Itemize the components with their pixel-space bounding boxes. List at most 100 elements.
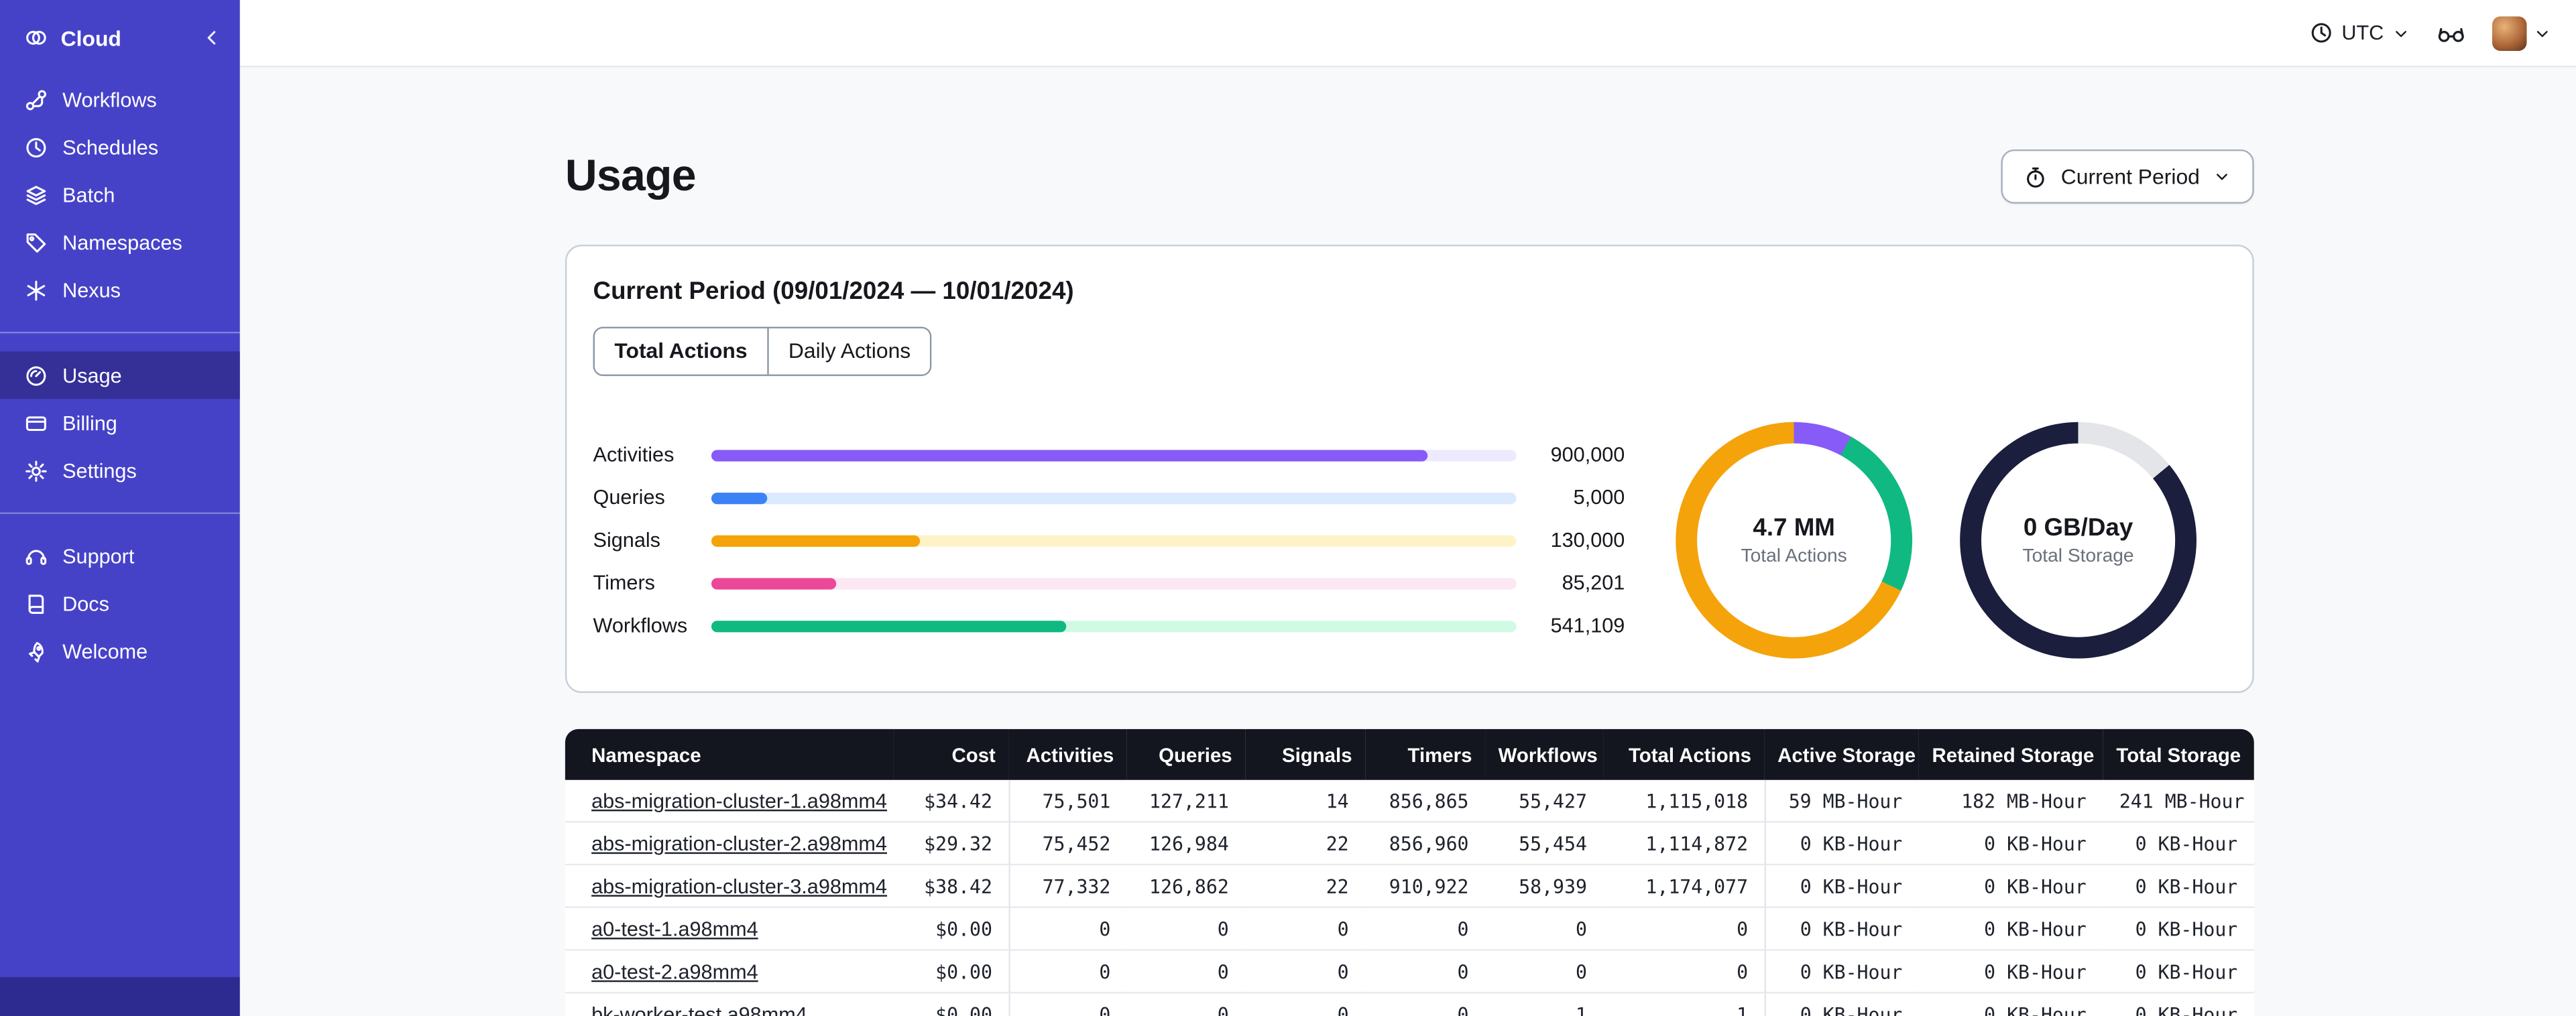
value-cell: 0 KB-Hour — [1764, 865, 1919, 908]
namespace-link[interactable]: abs-migration-cluster-3.a98mm4 — [591, 875, 887, 897]
value-cell: 0 — [1126, 907, 1246, 951]
value-cell: 0 — [1603, 907, 1765, 951]
sidebar-item-usage[interactable]: Usage — [0, 351, 240, 399]
value-cell: $34.42 — [893, 779, 1009, 823]
sidebar-divider — [0, 331, 240, 334]
sidebar-item-workflows[interactable]: Workflows — [0, 76, 240, 123]
value-cell: 910,922 — [1365, 865, 1486, 908]
bar-label: Signals — [593, 528, 661, 552]
table-row: abs-migration-cluster-2.a98mm4 $29.32 75,4… — [565, 822, 2254, 866]
card-title: Current Period (09/01/2024 — 10/01/2024) — [593, 277, 1074, 306]
table-row: a0-test-2.a98mm4 $0.00 0 0 0 0 0 0 0 KB-Hour 0 KB… — [565, 950, 2254, 994]
account-menu[interactable] — [2492, 15, 2551, 50]
sidebar-item-settings[interactable]: Settings — [0, 446, 240, 494]
value-cell: 1 — [1603, 993, 1765, 1016]
period-selector-button[interactable]: Current Period — [2001, 149, 2254, 204]
namespace-cell: bk-worker-test.a98mm4 — [565, 993, 894, 1016]
bar-track — [711, 619, 1517, 632]
table-row: abs-migration-cluster-3.a98mm4 $38.42 77,3… — [565, 865, 2254, 908]
sidebar-item-namespaces[interactable]: Namespaces — [0, 218, 240, 266]
usage-card: Current Period (09/01/2024 — 10/01/2024)… — [565, 245, 2254, 694]
tab-daily-actions[interactable]: Daily Actions — [767, 328, 931, 375]
sidebar-item-docs[interactable]: Docs — [0, 580, 240, 627]
value-cell: 182 MB-Hour — [1918, 779, 2103, 823]
bar-value: 900,000 — [1550, 443, 1625, 466]
value-cell: 0 — [1365, 993, 1486, 1016]
page-title: Usage — [565, 151, 697, 200]
sidebar-item-billing[interactable]: Billing — [0, 399, 240, 446]
brand-label: Cloud — [60, 25, 121, 50]
bar-track — [711, 534, 1517, 546]
value-cell: 22 — [1245, 822, 1366, 866]
value-cell: 58,939 — [1485, 865, 1604, 908]
sidebar-item-label: Usage — [62, 363, 122, 387]
value-cell: 0 KB-Hour — [1764, 950, 1919, 994]
value-cell: $0.00 — [893, 993, 1009, 1016]
sidebar-item-welcome[interactable]: Welcome — [0, 627, 240, 675]
value-cell: 22 — [1245, 865, 1366, 908]
chevron-down-icon — [2392, 24, 2410, 42]
sidebar-item-nexus[interactable]: Nexus — [0, 266, 240, 314]
bar-label: Timers — [593, 571, 656, 594]
total-storage-center: 0 GB/Day Total Storage — [1981, 443, 2176, 637]
donut-value: 0 GB/Day — [2023, 513, 2133, 542]
value-cell: 0 KB-Hour — [2103, 865, 2254, 908]
chevron-left-icon — [200, 26, 223, 49]
sidebar-item-label: Workflows — [62, 88, 157, 111]
value-cell: $38.42 — [893, 865, 1009, 908]
bar-row-timers: Timers 85,201 — [593, 562, 1625, 605]
sidebar-item-label: Support — [62, 544, 135, 568]
support-icon — [25, 544, 48, 567]
page-header: Usage Current Period — [565, 149, 2254, 204]
donut-label: Total Storage — [2022, 546, 2134, 567]
bar-label: Queries — [593, 486, 665, 509]
value-cell: 0 KB-Hour — [1764, 907, 1919, 951]
glasses-button[interactable] — [2437, 21, 2466, 46]
chevron-down-icon — [2213, 168, 2231, 186]
donut-charts: 4.7 MM Total Actions 0 GB/Day Total Stor… — [1676, 422, 2197, 659]
namespace-link[interactable]: a0-test-2.a98mm4 — [591, 960, 758, 982]
usage-icon — [25, 364, 48, 387]
welcome-icon — [25, 639, 48, 662]
namespace-link[interactable]: abs-migration-cluster-1.a98mm4 — [591, 789, 887, 812]
namespace-link[interactable]: bk-worker-test.a98mm4 — [591, 1003, 807, 1016]
bar-row-queries: Queries 5,000 — [593, 477, 1625, 519]
value-cell: 241 MB-Hour — [2103, 779, 2254, 823]
column-header-timers: Timers — [1365, 728, 1486, 780]
actions-tab-group: Total Actions Daily Actions — [593, 326, 933, 377]
bar-fill — [711, 619, 1066, 632]
sidebar-nav-help: Support Docs Welcome — [0, 532, 240, 675]
value-cell: 0 KB-Hour — [2103, 822, 2254, 866]
namespace-link[interactable]: a0-test-1.a98mm4 — [591, 917, 758, 940]
value-cell: 1 — [1485, 993, 1604, 1016]
sidebar-divider — [0, 512, 240, 514]
column-header-retained-storage: Retained Storage — [1918, 728, 2103, 780]
total-actions-donut: 4.7 MM Total Actions — [1676, 422, 1913, 659]
timezone-selector[interactable]: UTC — [2310, 21, 2410, 44]
billing-icon — [25, 411, 48, 434]
value-cell: 0 KB-Hour — [2103, 993, 2254, 1016]
value-cell: 0 — [1603, 950, 1765, 994]
namespaces-icon — [25, 231, 48, 253]
namespace-link[interactable]: abs-migration-cluster-2.a98mm4 — [591, 832, 887, 854]
value-cell: 1,115,018 — [1603, 779, 1765, 823]
bar-fill — [711, 577, 837, 589]
sidebar-collapse-button[interactable] — [200, 26, 223, 49]
sidebar-item-batch[interactable]: Batch — [0, 171, 240, 218]
tab-total-actions[interactable]: Total Actions — [594, 328, 768, 375]
value-cell: 0 — [1245, 993, 1366, 1016]
sidebar-item-label: Docs — [62, 592, 109, 615]
table-header-row: Namespace Cost Activities Queries Signals Tim… — [565, 728, 2254, 780]
value-cell: 0 KB-Hour — [1918, 950, 2103, 994]
value-cell: 0 — [1126, 993, 1246, 1016]
sidebar-item-label: Namespaces — [62, 231, 182, 254]
sidebar-item-support[interactable]: Support — [0, 532, 240, 580]
sidebar-item-schedules[interactable]: Schedules — [0, 123, 240, 171]
value-cell: 0 — [1485, 950, 1604, 994]
value-cell: 0 KB-Hour — [2103, 950, 2254, 994]
batch-icon — [25, 183, 48, 206]
sidebar-nav-primary: Workflows Schedules Batch Namespaces Nexus — [0, 76, 240, 314]
value-cell: 126,862 — [1126, 865, 1246, 908]
value-cell: 75,501 — [1008, 779, 1127, 823]
column-header-active-storage: Active Storage — [1764, 728, 1919, 780]
